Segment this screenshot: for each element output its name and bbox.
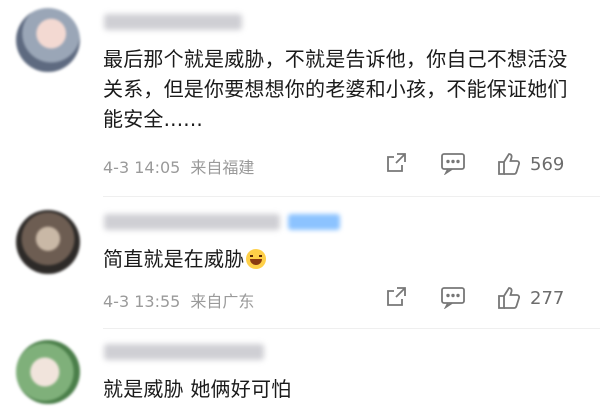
- avatar[interactable]: [16, 340, 80, 404]
- comment-text: 就是威胁 她俩好可怕: [103, 377, 292, 401]
- username-blurred[interactable]: [104, 344, 264, 360]
- comment-item: 就是威胁 她俩好可怕: [0, 0, 600, 420]
